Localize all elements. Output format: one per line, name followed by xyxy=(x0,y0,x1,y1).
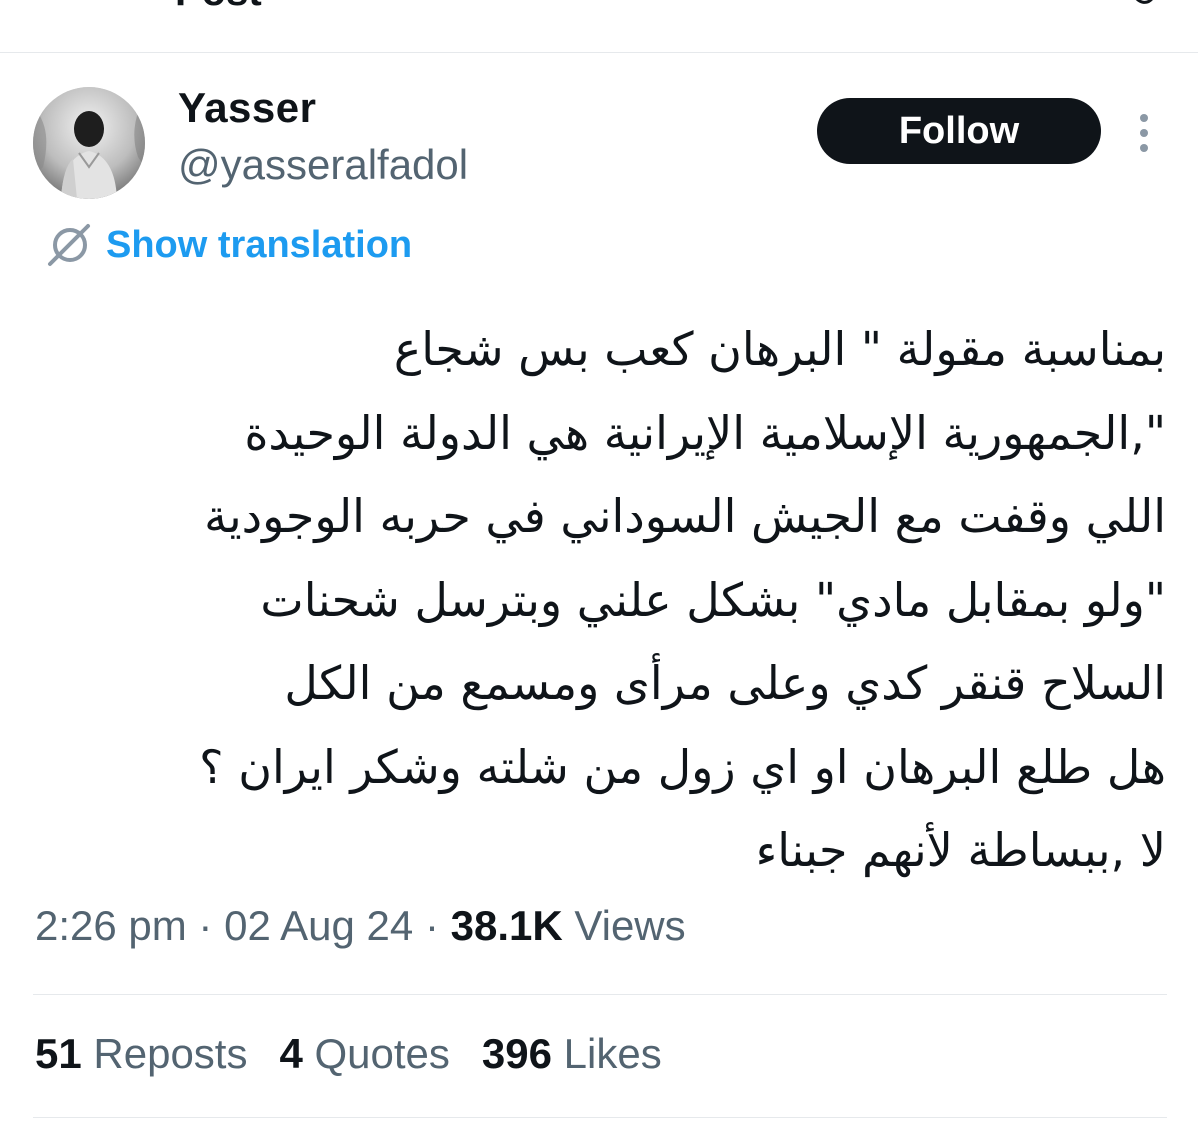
engagement-stats: 51 Reposts 4 Quotes 396 Likes xyxy=(35,1030,694,1078)
follow-button[interactable]: Follow xyxy=(817,98,1101,164)
likes-stat[interactable]: 396 Likes xyxy=(482,1030,662,1077)
divider xyxy=(33,994,1167,995)
tweet-line: بمناسبة مقولة " البرهان كعب بس شجاع xyxy=(393,322,1166,376)
more-vertical-icon xyxy=(1140,114,1148,122)
more-dot xyxy=(1140,129,1148,137)
more-dot xyxy=(1140,144,1148,152)
avatar[interactable] xyxy=(33,87,145,199)
tweet-text: بمناسبة مقولة " البرهان كعب بس شجاع ",ال… xyxy=(26,308,1166,893)
avatar-photo xyxy=(33,87,145,199)
translate-icon xyxy=(48,224,90,266)
tweet-meta: 2:26 pm · 02 Aug 24 · 38.1K Views xyxy=(35,902,686,950)
meta-separator: · xyxy=(413,902,451,949)
more-options-button[interactable] xyxy=(1128,108,1160,158)
tweet-line: اللي وقفت مع الجيش السوداني في حربه الوج… xyxy=(204,489,1166,543)
tweet-line: "ولو بمقابل مادي" بشكل علني وبترسل شحنات xyxy=(260,572,1166,627)
divider xyxy=(33,1117,1167,1118)
likes-count: 396 xyxy=(481,1030,552,1077)
show-translation-link[interactable]: Show translation xyxy=(106,224,412,267)
author-handle[interactable]: @yasseralfadol xyxy=(178,141,468,189)
tweet-date[interactable]: 02 Aug 24 xyxy=(224,902,413,949)
author-display-name[interactable]: Yasser xyxy=(178,84,316,132)
quotes-count: 4 xyxy=(279,1030,303,1077)
page-title: Post xyxy=(175,0,262,15)
likes-label: Likes xyxy=(563,1030,662,1077)
tweet-line: ",الجمهورية الإسلامية الإيرانية هي الدول… xyxy=(244,405,1166,460)
header-action-icon[interactable] xyxy=(1128,0,1168,8)
quotes-label: Quotes xyxy=(314,1030,450,1077)
meta-separator: · xyxy=(186,902,225,949)
translation-row[interactable]: Show translation xyxy=(44,220,412,270)
quotes-stat[interactable]: 4 Quotes xyxy=(279,1030,449,1077)
views-count: 38.1K xyxy=(450,902,563,949)
reposts-count: 51 xyxy=(35,1030,82,1077)
app-header: Post xyxy=(0,0,1198,53)
tweet-line: لا ,ببساطة لأنهم جبناء xyxy=(755,823,1166,877)
reposts-label: Reposts xyxy=(93,1030,248,1077)
tweet-line: السلاح قنقر كدي وعلى مرأى ومسمع من الكل xyxy=(284,656,1166,710)
tweet-time[interactable]: 2:26 pm xyxy=(35,902,187,949)
tweet-line: هل طلع البرهان او اي زول من شلته وشكر اي… xyxy=(199,739,1166,794)
reposts-stat[interactable]: 51 Reposts xyxy=(35,1030,247,1077)
views-label: Views xyxy=(574,902,686,949)
